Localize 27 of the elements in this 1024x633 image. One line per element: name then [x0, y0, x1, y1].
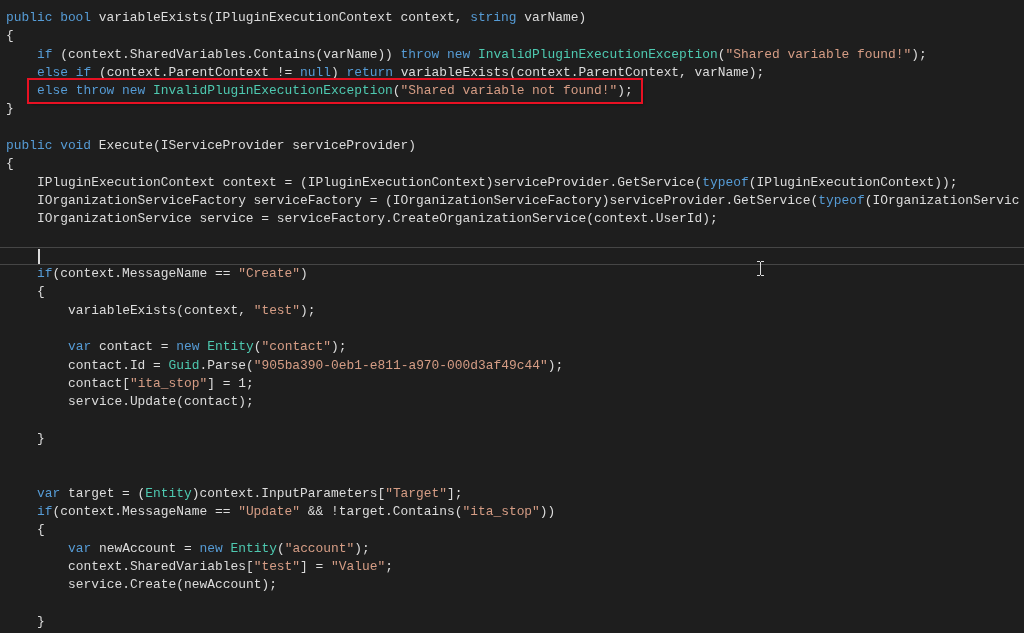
text-caret [38, 248, 40, 264]
code-line: public void Execute(IServiceProvider serviceProvider) [6, 137, 416, 156]
code-line: if(context.MessageName == "Create") [37, 265, 308, 284]
code-line: service.Update(contact); [68, 393, 254, 412]
code-line: IPluginExecutionContext context = (IPluginExecutionContext)serviceProvider.GetService(typeof(IPluginExecutionContext)); [37, 173, 958, 192]
i-beam-cursor-icon [756, 261, 765, 276]
code-line: var target = (Entity)context.InputParameters["Target"]; [37, 484, 463, 503]
code-line: IOrganizationService service = serviceFactory.CreateOrganizationService(context.UserId); [37, 210, 718, 229]
code-line: if(context.MessageName == "Update" && !target.Contains("ita_stop")) [37, 503, 556, 521]
highlighted-code-line: else throw new InvalidPluginExecutionException("Shared variable not found!"); [29, 80, 641, 103]
code-line: public bool variableExists(IPluginExecutionContext context, string varName) [6, 9, 587, 27]
code-line: if (context.SharedVariables.Contains(varName)) throw new InvalidPluginExecutionException("Shared variable found!"); [37, 45, 927, 64]
code-line: contact.Id = Guid.Parse("905ba390-0eb1-e811-a970-000d3af49c44"); [68, 356, 564, 375]
code-line: { [6, 155, 14, 174]
code-line: var newAccount = new Entity("account"); [68, 539, 370, 558]
code-line: variableExists(context, "test"); [68, 301, 316, 320]
code-line: } [37, 612, 45, 631]
code-line: } [6, 100, 14, 119]
code-line: { [6, 27, 14, 46]
code-line: service.Create(newAccount); [68, 576, 277, 595]
code-line: { [37, 521, 45, 540]
code-line: var contact = new Entity("contact"); [68, 338, 347, 357]
code-line: } [37, 429, 45, 448]
code-line: contact["ita_stop"] = 1; [68, 374, 254, 393]
code-line: { [37, 283, 45, 302]
code-line: context.SharedVariables["test"] = "Value"; [68, 557, 393, 576]
code-line: IOrganizationServiceFactory serviceFactory = (IOrganizationServiceFactory)serviceProvider.GetService(typeof(IOrganizationServic [37, 191, 1020, 210]
